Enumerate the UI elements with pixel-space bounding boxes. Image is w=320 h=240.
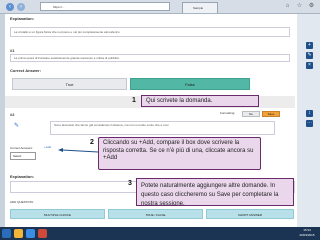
arrow-line [61,149,99,153]
clock[interactable]: 15:34 20/03/2015 [296,228,318,238]
folder-icon[interactable] [14,229,23,238]
app-screen: ‹ › https://... Sample ⌂ ☆ ⚙ + ✎ × ↕ ⋯ E… [0,0,320,240]
browser-icon[interactable] [26,229,35,238]
clock-date: 20/03/2015 [299,233,315,237]
start-icon[interactable] [2,229,11,238]
arrow-graphic [58,148,99,153]
taskbar [0,227,320,240]
app-icon[interactable] [38,229,47,238]
arrow-head [58,148,63,152]
